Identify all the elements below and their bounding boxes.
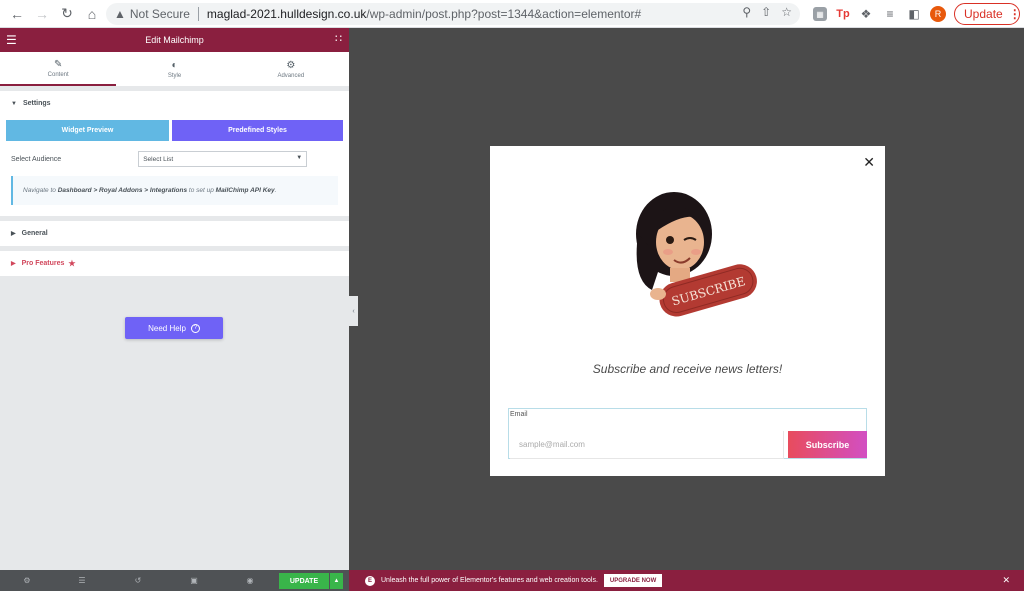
memoji-subscribe-illustration: SUBSCRIBE: [636, 192, 757, 317]
share-icon[interactable]: ⇧: [761, 5, 771, 19]
extension-icon[interactable]: ▦: [812, 4, 828, 24]
tab-content[interactable]: ✎ Content: [0, 52, 117, 86]
panel-title: Edit Mailchimp: [145, 35, 204, 45]
bookmark-star-icon[interactable]: ☆: [781, 5, 792, 19]
widgets-grid-icon[interactable]: ∷: [335, 32, 342, 45]
need-help-button[interactable]: Need Help ?: [125, 317, 223, 339]
general-label: General: [21, 230, 48, 237]
caret-down-icon: ▼: [11, 100, 17, 107]
elementor-panel: ☰ Edit Mailchimp ∷ ✎ Content ◐ Style ⚙ A…: [0, 28, 349, 591]
navigator-layers-icon[interactable]: ☰: [54, 576, 110, 585]
history-icon[interactable]: ↺: [110, 576, 166, 585]
subscribe-form: Email sample@mail.com Subscribe: [508, 408, 867, 459]
browser-update-label: Update: [964, 7, 1003, 21]
upgrade-now-button[interactable]: UPGRADE NOW: [603, 574, 663, 587]
general-section: ▶ General: [0, 221, 349, 246]
popup-tagline: Subscribe and receive news letters!: [592, 362, 783, 376]
gear-icon: ⚙: [286, 59, 296, 71]
close-icon[interactable]: ✕: [863, 154, 875, 171]
promo-text: Unleash the full power of Elementor's fe…: [381, 577, 598, 584]
tab-advanced[interactable]: ⚙ Advanced: [233, 52, 349, 86]
browser-update-button[interactable]: Update ⋮: [954, 3, 1021, 25]
sidepanel-icon[interactable]: ◧: [906, 4, 922, 24]
pro-features-toggle[interactable]: ▶ Pro Features ★: [0, 251, 349, 276]
chevron-down-icon: ▼: [296, 155, 303, 161]
profile-avatar[interactable]: R: [930, 4, 946, 24]
email-label: Email: [510, 411, 528, 418]
panel-collapse-handle[interactable]: ‹: [349, 296, 358, 326]
widget-preview-button[interactable]: Widget Preview: [6, 120, 169, 141]
select-audience-dropdown[interactable]: Select List ▼: [138, 151, 308, 167]
panel-header: ☰ Edit Mailchimp ∷: [0, 28, 349, 52]
subscribe-button[interactable]: Subscribe: [788, 431, 867, 458]
hamburger-menu-icon[interactable]: ☰: [6, 33, 17, 47]
reload-icon[interactable]: ↻: [56, 3, 78, 25]
panel-tabs: ✎ Content ◐ Style ⚙ Advanced: [0, 52, 349, 86]
update-options-icon[interactable]: ▲: [330, 573, 343, 589]
back-icon[interactable]: ←: [6, 3, 28, 25]
kebab-menu-icon: ⋮: [1008, 7, 1021, 21]
select-audience-label: Select Audience: [11, 155, 62, 163]
warning-icon: ▲: [114, 7, 126, 21]
tab-style-label: Style: [167, 72, 182, 79]
preview-eye-icon[interactable]: ◉: [222, 576, 278, 585]
need-help-label: Need Help: [148, 323, 186, 333]
address-bar[interactable]: ▲ Not Secure maglad-2021.hulldesign.co.u…: [106, 3, 800, 25]
settings-section: ▼ Settings Widget Preview Predefined Sty…: [0, 91, 349, 216]
star-icon: ★: [68, 259, 76, 268]
settings-label: Settings: [22, 100, 51, 107]
browser-toolbar: ← → ↻ ⌂ ▲ Not Secure maglad-2021.hulldes…: [0, 0, 1024, 28]
media-queue-icon[interactable]: ≡: [882, 4, 898, 24]
pro-features-label: Pro Features: [21, 260, 65, 267]
half-circle-icon: ◐: [171, 59, 178, 71]
general-toggle[interactable]: ▶ General: [0, 221, 349, 246]
security-label: Not Secure: [129, 7, 190, 21]
home-icon[interactable]: ⌂: [81, 3, 103, 25]
mailchimp-popup: ✕ SUBSCRIBE Subscribe and receive news l…: [490, 146, 885, 476]
zoom-icon[interactable]: ⚲: [742, 5, 751, 19]
elementor-promo-bar: E Unleash the full power of Elementor's …: [349, 570, 1024, 591]
panel-footer: ⚙ ☰ ↺ ▣ ◉ UPDATE ▲: [0, 570, 349, 591]
notice-path: Dashboard > Royal Addons > Integrations: [57, 187, 188, 194]
question-icon: ?: [190, 323, 200, 333]
tp-extension-icon[interactable]: Tp: [835, 4, 851, 24]
update-button[interactable]: UPDATE: [279, 573, 329, 589]
settings-toggle[interactable]: ▼ Settings: [0, 91, 349, 116]
tab-style[interactable]: ◐ Style: [116, 52, 232, 86]
close-icon[interactable]: ✕: [1002, 575, 1010, 586]
url-host: maglad-2021.hulldesign.co.uk: [206, 7, 367, 21]
divider: [197, 7, 199, 21]
pro-features-section: ▶ Pro Features ★: [0, 251, 349, 276]
responsive-mode-icon[interactable]: ▣: [166, 576, 222, 585]
url-path: /wp-admin/post.php?post=1344&action=elem…: [366, 7, 642, 21]
select-audience-row: Select Audience Select List ▼: [0, 144, 349, 174]
api-key-notice: Navigate to Dashboard > Royal Addons > I…: [11, 176, 338, 205]
email-field[interactable]: sample@mail.com: [510, 431, 784, 459]
elementor-logo-icon: E: [365, 575, 375, 586]
puzzle-extensions-icon[interactable]: ❖: [858, 4, 874, 24]
caret-right-icon: ▶: [11, 231, 16, 237]
tab-advanced-label: Advanced: [277, 72, 305, 79]
tab-content-label: Content: [47, 71, 69, 78]
caret-right-icon: ▶: [11, 261, 16, 267]
settings-gear-icon[interactable]: ⚙: [0, 576, 54, 585]
predefined-styles-button[interactable]: Predefined Styles: [172, 120, 343, 141]
notice-key: MailChimp API Key: [215, 187, 275, 194]
select-audience-value: Select List: [143, 155, 174, 163]
forward-icon[interactable]: →: [31, 3, 53, 25]
pencil-icon: ✎: [53, 58, 63, 70]
